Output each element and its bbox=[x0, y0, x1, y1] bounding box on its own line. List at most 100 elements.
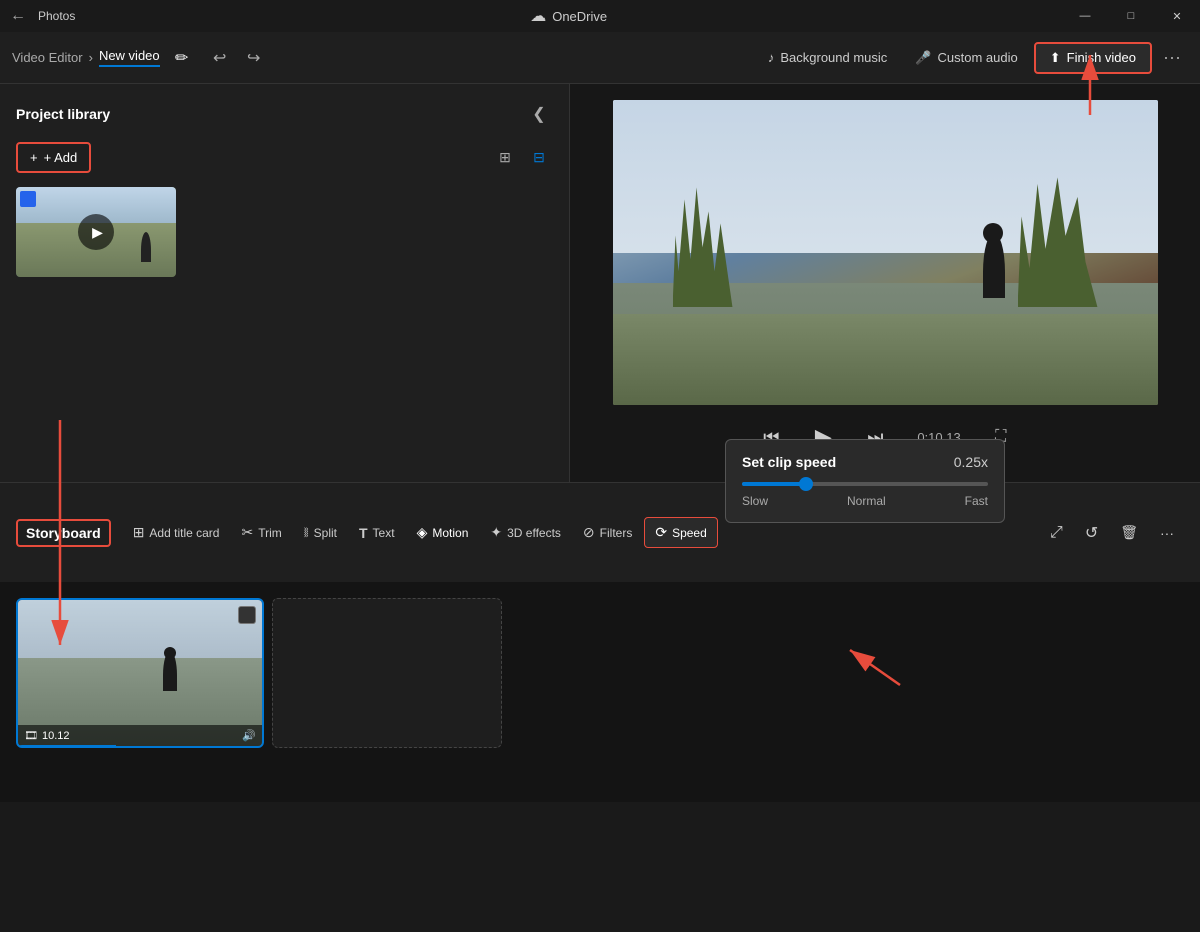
speed-slider-track bbox=[742, 482, 988, 486]
grid-view-button[interactable]: ⊞ bbox=[491, 144, 519, 172]
storyboard-label: Storyboard bbox=[16, 519, 111, 547]
minimize-button[interactable]: — bbox=[1062, 0, 1108, 32]
collapse-panel-button[interactable]: ❮ bbox=[525, 100, 553, 128]
clip-duration: 🎞 10.12 bbox=[24, 729, 70, 742]
add-media-button[interactable]: + + Add bbox=[16, 142, 91, 173]
speed-labels: Slow Normal Fast bbox=[742, 494, 988, 508]
speed-icon: ⟳ bbox=[655, 524, 667, 541]
trim-button[interactable]: ✂ Trim bbox=[231, 518, 291, 547]
breadcrumb-separator: › bbox=[89, 50, 93, 65]
thumbnail-person bbox=[141, 232, 151, 262]
speed-label-slow: Slow bbox=[742, 494, 768, 508]
breadcrumb-home[interactable]: Video Editor bbox=[12, 50, 83, 65]
plus-icon: + bbox=[30, 150, 38, 165]
text-icon: T bbox=[359, 525, 368, 541]
split-icon: ⧚ bbox=[304, 524, 309, 541]
library-item[interactable]: ▶ bbox=[16, 187, 176, 277]
video-icon: 🎞 bbox=[24, 729, 38, 742]
export-icon: ⬆ bbox=[1050, 50, 1061, 66]
rotate-icon: ↺ bbox=[1085, 523, 1098, 543]
close-button[interactable]: ✕ bbox=[1154, 0, 1200, 32]
video-preview bbox=[613, 100, 1158, 405]
add-title-card-label: Add title card bbox=[149, 526, 219, 540]
view-controls: ⊞ ⊟ bbox=[491, 144, 553, 172]
clip-progress-bar bbox=[18, 745, 116, 748]
speed-popup: Set clip speed 0.25x Slow Normal Fast bbox=[725, 439, 1005, 523]
speed-label-normal: Normal bbox=[847, 494, 886, 508]
onedrive-area: ☁ OneDrive bbox=[518, 2, 619, 30]
storyboard-toolbar: Storyboard ⊞ Add title card ✂ Trim ⧚ Spl… bbox=[0, 482, 1200, 582]
split-label: Split bbox=[314, 526, 337, 540]
title-bar-left: ← Photos bbox=[10, 7, 75, 25]
add-title-card-button[interactable]: ⊞ Add title card bbox=[123, 518, 230, 547]
filters-label: Filters bbox=[600, 526, 633, 540]
custom-audio-button[interactable]: 🎤 Custom audio bbox=[903, 44, 1029, 72]
thumbnail-play-button[interactable]: ▶ bbox=[78, 214, 114, 250]
more-options-button[interactable]: ··· bbox=[1156, 42, 1188, 74]
list-view-button[interactable]: ⊟ bbox=[525, 144, 553, 172]
3d-effects-icon: ✦ bbox=[490, 524, 502, 541]
speed-slider-thumb[interactable] bbox=[799, 477, 813, 491]
project-library-panel: Project library ❮ + + Add ⊞ ⊟ bbox=[0, 84, 570, 482]
resize-button[interactable]: ⤢ bbox=[1040, 518, 1073, 548]
timeline-empty-slot-1 bbox=[272, 598, 502, 748]
speed-label-fast: Fast bbox=[965, 494, 988, 508]
add-label: + Add bbox=[44, 150, 78, 165]
edit-project-name-button[interactable]: ✏ bbox=[166, 42, 198, 74]
pencil-icon: ✏ bbox=[175, 48, 188, 68]
video-frame bbox=[613, 100, 1158, 405]
title-bar-controls: — □ ✕ bbox=[1062, 0, 1200, 32]
custom-audio-label: Custom audio bbox=[938, 50, 1018, 65]
library-header-controls: ❮ bbox=[525, 100, 553, 128]
speed-button[interactable]: ⟳ Speed bbox=[644, 517, 717, 548]
main-content: Project library ❮ + + Add ⊞ ⊟ bbox=[0, 84, 1200, 482]
undo-redo-group: ↩ ↪ bbox=[204, 42, 270, 74]
breadcrumb: Video Editor › New video bbox=[12, 48, 160, 67]
3d-effects-label: 3D effects bbox=[507, 526, 561, 540]
onedrive-label: OneDrive bbox=[552, 9, 607, 24]
speed-slider-fill bbox=[742, 482, 804, 486]
music-icon: ♪ bbox=[768, 50, 775, 65]
maximize-button[interactable]: □ bbox=[1108, 0, 1154, 32]
finish-video-label: Finish video bbox=[1067, 50, 1136, 65]
library-title: Project library bbox=[16, 106, 110, 122]
main-toolbar: Video Editor › New video ✏ ↩ ↪ ♪ Backgro… bbox=[0, 32, 1200, 84]
speed-popup-title: Set clip speed bbox=[742, 454, 836, 470]
rotate-button[interactable]: ↺ bbox=[1075, 517, 1108, 549]
title-bar: ← Photos ☁ OneDrive — □ ✕ bbox=[0, 0, 1200, 32]
trim-label: Trim bbox=[258, 526, 282, 540]
more-clip-icon: ··· bbox=[1160, 525, 1174, 541]
clip-checkbox[interactable] bbox=[238, 606, 256, 624]
more-clip-options-button[interactable]: ··· bbox=[1150, 519, 1184, 547]
speed-popup-header: Set clip speed 0.25x bbox=[742, 454, 988, 470]
clip-info-bar: 🎞 10.12 🔊 bbox=[18, 725, 262, 746]
library-controls: + + Add ⊞ ⊟ bbox=[16, 142, 553, 173]
library-header: Project library ❮ bbox=[16, 100, 553, 128]
background-music-button[interactable]: ♪ Background music bbox=[756, 44, 899, 71]
audio-icon: 🎤 bbox=[915, 50, 931, 66]
finish-video-button[interactable]: ⬆ Finish video bbox=[1034, 42, 1152, 74]
onedrive-button[interactable]: ☁ OneDrive bbox=[518, 2, 619, 30]
app-title: Photos bbox=[38, 9, 75, 23]
motion-button[interactable]: ◈ Motion bbox=[407, 518, 479, 547]
undo-button[interactable]: ↩ bbox=[204, 42, 236, 74]
text-button[interactable]: T Text bbox=[349, 519, 405, 547]
add-title-card-icon: ⊞ bbox=[133, 524, 145, 541]
speed-slider-container[interactable] bbox=[742, 482, 988, 486]
delete-icon: 🗑 bbox=[1120, 524, 1138, 541]
motion-label: Motion bbox=[432, 526, 468, 540]
thumbnail-corner-mark bbox=[20, 191, 36, 207]
background-music-label: Background music bbox=[780, 50, 887, 65]
clip-time: 10.12 bbox=[42, 730, 70, 742]
toolbar-actions: ♪ Background music 🎤 Custom audio ⬆ Fini… bbox=[756, 42, 1188, 74]
delete-clip-button[interactable]: 🗑 bbox=[1110, 518, 1148, 547]
redo-button[interactable]: ↪ bbox=[238, 42, 270, 74]
filters-button[interactable]: ⊘ Filters bbox=[573, 518, 642, 547]
person-silhouette bbox=[983, 233, 1005, 298]
split-button[interactable]: ⧚ Split bbox=[294, 518, 347, 547]
3d-effects-button[interactable]: ✦ 3D effects bbox=[480, 518, 571, 547]
preview-panel: ⏮ ▶ ⏭ 0:10.13 ⛶ Set clip speed 0.25x Slo… bbox=[570, 84, 1200, 482]
filters-icon: ⊘ bbox=[583, 524, 595, 541]
timeline-clip[interactable]: 🎞 10.12 🔊 bbox=[16, 598, 264, 748]
back-button[interactable]: ← bbox=[10, 7, 26, 25]
